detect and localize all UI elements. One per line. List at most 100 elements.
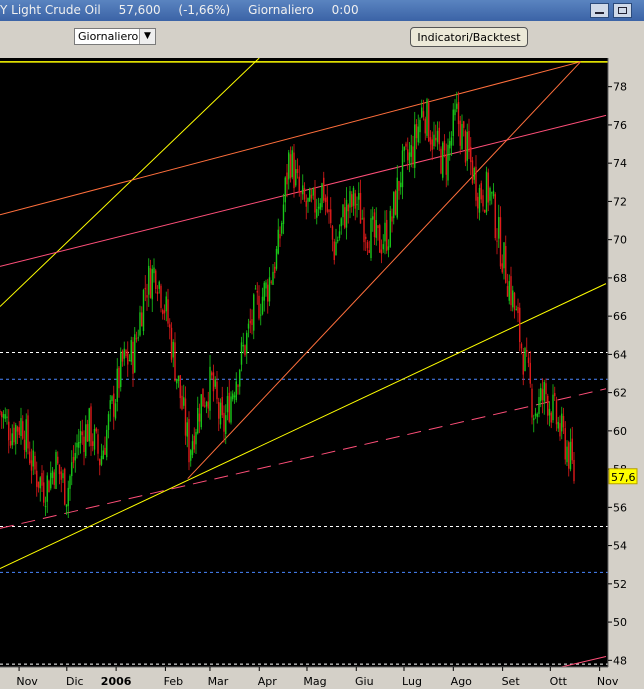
candle-body [16,426,19,432]
minimize-icon[interactable] [590,3,609,18]
candle-body [540,388,542,402]
chevron-down-icon[interactable]: ▼ [139,29,155,44]
y-tick-label: 74 [613,157,627,170]
period-select-value: Giornaliero [78,30,139,43]
price-chart[interactable]: 4850525456586062646668707274767857,6NovD… [0,58,644,689]
candle-body [0,411,1,413]
y-tick-label: 52 [613,578,627,591]
candle-body [177,375,180,382]
y-tick-label: 70 [613,234,627,247]
candle-body [557,421,559,429]
candle-body [193,435,195,450]
x-tick-label: Giu [355,675,374,688]
candle-body [195,432,197,445]
candle-body [78,441,80,448]
candle-body [368,250,370,253]
window-title: Y Light Crude Oil 57,600 (-1,66%) Giorna… [0,3,373,17]
candle-body [326,196,328,212]
period-select[interactable]: Giornaliero ▼ [74,28,156,45]
candle-body [433,134,435,147]
y-tick-label: 76 [613,119,627,132]
candle-body [99,459,101,466]
candle-body [155,270,157,290]
candle-body [484,209,486,213]
candle-body [401,150,404,188]
candle-body [81,431,83,436]
x-tick-label: Mar [208,675,229,688]
candle-body [398,181,400,191]
candle-body [179,375,181,399]
candle-body [282,204,285,224]
candle-body [30,460,33,471]
candle-body [142,289,145,332]
candle-body [258,295,260,319]
candle-body [36,470,38,487]
candle-body [109,400,111,410]
indicators-backtest-button[interactable]: Indicatori/Backtest [410,27,528,47]
candle-body [324,198,327,202]
candle-body [291,150,293,178]
candle-body [536,413,538,417]
candle-body [351,194,353,208]
candle-body [445,154,447,175]
candle-body [527,357,530,363]
candle-body [48,480,50,493]
candle-body [240,342,243,365]
candle-body [23,439,26,450]
candle-body [429,137,432,145]
price-change: (-1,66%) [178,3,231,17]
candle-body [151,269,153,300]
candle-body [191,441,194,455]
candle-body [482,195,484,207]
y-tick-label: 78 [613,81,627,94]
candle-body [522,353,524,375]
candle-body [256,291,258,293]
candle-body [298,176,300,193]
candle-body [71,462,73,477]
candle-body [447,144,449,181]
candle-body [415,124,418,139]
candle-body [310,194,313,199]
candle-body [543,382,545,402]
candle-body [246,332,248,354]
candle-body [400,182,402,188]
candle-body [534,413,537,416]
candle-body [163,310,166,314]
candle-body [454,109,456,116]
candle-body [214,379,216,387]
candle-body [184,398,187,436]
last-price-tag-label: 57,6 [611,471,636,484]
y-tick-label: 72 [613,195,627,208]
candle-body [356,204,358,206]
candle-body [11,433,13,446]
candle-body [352,187,355,206]
candle-body [251,319,253,325]
candle-body [330,209,332,224]
maximize-icon[interactable] [613,3,632,18]
candle-body [335,241,337,256]
candle-body [366,242,369,249]
candle-body [443,140,446,151]
candle-body [43,482,45,503]
candle-body [20,418,22,437]
candle-body [97,434,99,454]
candle-body [57,456,59,464]
candle-body [375,220,377,238]
candle-body [279,234,281,239]
candle-body [277,229,279,254]
candle-body [417,126,419,143]
candle-body [95,428,97,432]
candle-body [386,219,388,251]
candle-body [566,446,568,463]
candle-body [275,248,278,269]
candle-body [487,172,489,203]
candle-body [506,286,509,297]
y-tick-label: 66 [613,310,627,323]
candle-body [545,383,547,395]
candle-body [515,309,517,311]
candle-body [172,341,174,358]
candle-body [190,450,192,461]
candle-body [167,299,169,324]
candle-body [459,120,461,146]
candle-body [50,472,52,489]
